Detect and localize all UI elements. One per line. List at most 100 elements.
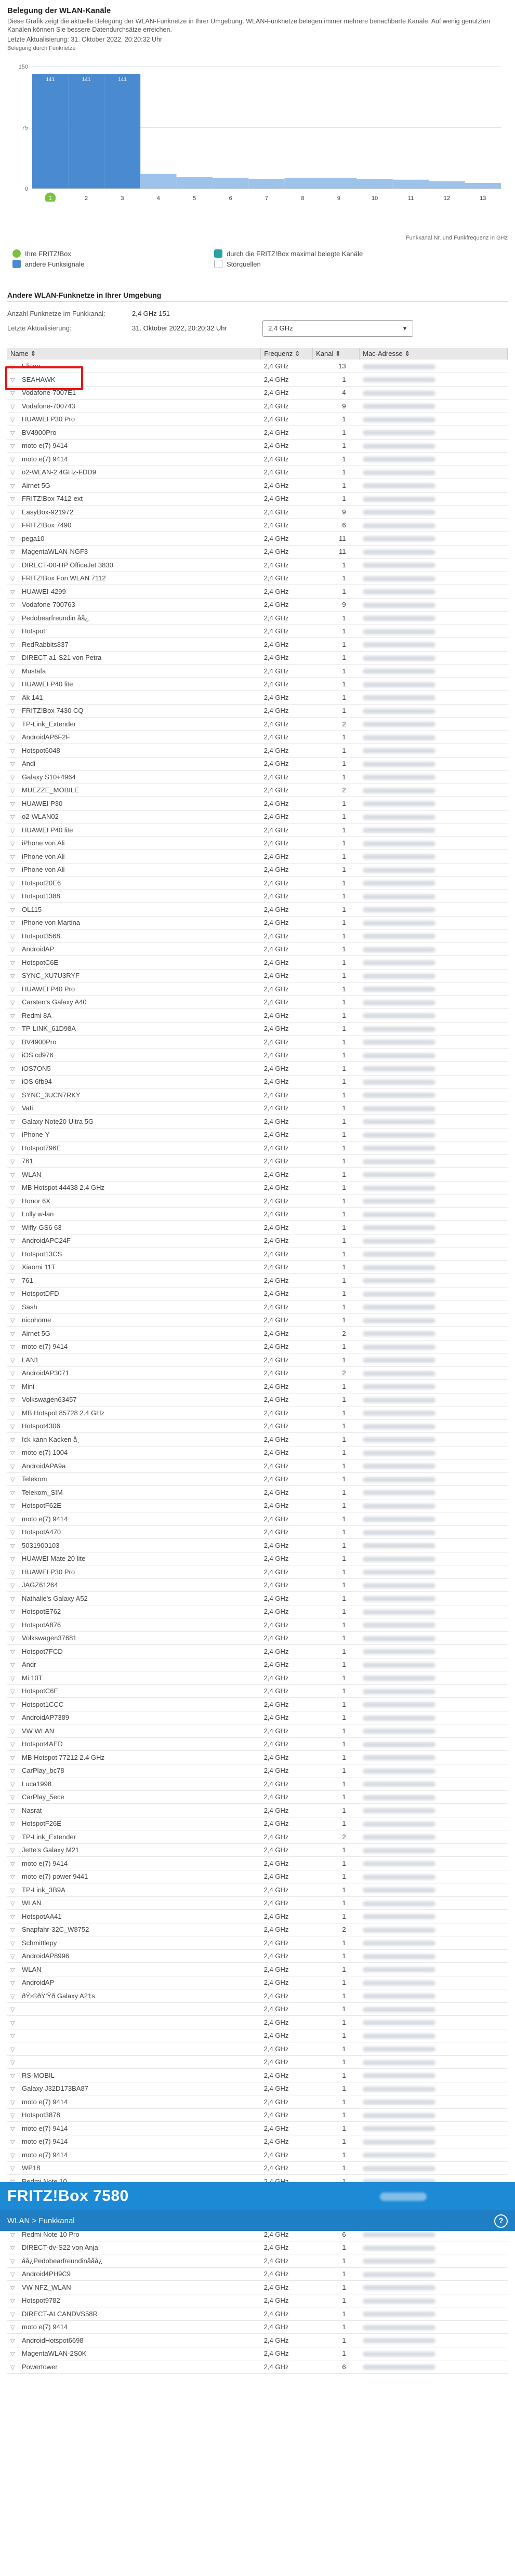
table-row[interactable]: ▽ nicohome 2,4 GHz 1 xyxy=(7,1313,508,1327)
table-row[interactable]: ▽ CarPlay_bc78 2,4 GHz 1 xyxy=(7,1764,508,1777)
table-row[interactable]: ▽ Andi 2,4 GHz 1 xyxy=(7,757,508,771)
table-row[interactable]: ▽ TP-Link_Extender 2,4 GHz 2 xyxy=(7,717,508,731)
table-row[interactable]: ▽ MagentaWLAN-2S0K 2,4 GHz 1 xyxy=(7,2347,508,2360)
table-row[interactable]: ▽ WLAN 2,4 GHz 1 xyxy=(7,1962,508,1976)
table-row[interactable]: ▽ moto e(7) 9414 2,4 GHz1 xyxy=(7,2135,508,2148)
table-row[interactable]: ▽ Hotspot 2,4 GHz 1 xyxy=(7,625,508,638)
table-row[interactable]: ▽ Volkswagen37681 2,4 GHz 1 xyxy=(7,1631,508,1645)
table-row[interactable]: ▽ AndroidAPC24F 2,4 GHz 1 xyxy=(7,1234,508,1247)
table-row[interactable]: ▽ iOS 6fb94 2,4 GHz 1 xyxy=(7,1075,508,1088)
table-row[interactable]: ▽ Luca1998 2,4 GHz 1 xyxy=(7,1777,508,1791)
table-row[interactable]: ▽ HUAWEI P40 lite 2,4 GHz 1 xyxy=(7,678,508,691)
table-row[interactable]: ▽ WLAN 2,4 GHz 1 xyxy=(7,1896,508,1910)
table-row[interactable]: ▽ Mini 2,4 GHz 1 xyxy=(7,1379,508,1393)
table-row[interactable]: ▽ Honor 6X 2,4 GHz 1 xyxy=(7,1194,508,1208)
table-row[interactable]: ▽ BV4900Pro 2,4 GHz 1 xyxy=(7,1035,508,1049)
table-row[interactable]: ▽ o2-WLAN-2.4GHz-FDD9 2,4 GHz 1 xyxy=(7,466,508,479)
table-row[interactable]: ▽ iPhone von Ali 2,4 GHz 1 xyxy=(7,849,508,864)
band-select[interactable]: 2,4 GHz ▾ xyxy=(262,320,413,337)
table-row[interactable]: ▽ DIRECT-00-HP OfficeJet 3830 2,4 GHz 1 xyxy=(7,558,508,572)
table-row[interactable]: ▽ AndroidAP8996 2,4 GHz 1 xyxy=(7,1949,508,1963)
table-row[interactable]: ▽ pega10 2,4 GHz 11 xyxy=(7,532,508,546)
table-row[interactable]: ▽ AndroidAP6F2F 2,4 GHz 1 xyxy=(7,731,508,744)
table-row[interactable]: ▽ SYNC_3UCN7RKY 2,4 GHz 1 xyxy=(7,1088,508,1102)
col-header-name[interactable]: Name ⇕ xyxy=(7,348,261,360)
table-row[interactable]: ▽ Schmittlepy 2,4 GHz 1 xyxy=(7,1936,508,1950)
table-row[interactable]: ▽ Hotspot4306 2,4 GHz 1 xyxy=(7,1419,508,1433)
table-row[interactable]: ▽ HotspotAA41 2,4 GHz 1 xyxy=(7,1909,508,1923)
table-row[interactable]: ▽ WP18 2,4 GHz 1 xyxy=(7,2161,508,2175)
table-row[interactable]: ▽ MagentaWLAN-NGF3 2,4 GHz 11 xyxy=(7,545,508,559)
table-row[interactable]: ▽ HUAWEI P30 Pro 2,4 GHz 1 xyxy=(7,1565,508,1579)
table-row[interactable]: ▽ HotspotF62E 2,4 GHz 1 xyxy=(7,1499,508,1512)
table-row[interactable]: ▽ HotspotC6E 2,4 GHz 1 xyxy=(7,955,508,970)
table-row[interactable]: ▽ moto e(7) 9414 2,4 GHz1 xyxy=(7,1512,508,1526)
table-row[interactable]: ▽ JAGZ61264 2,4 GHz 1 xyxy=(7,1578,508,1592)
table-row[interactable]: ▽ AndroidAPA9a 2,4 GHz 1 xyxy=(7,1459,508,1473)
table-row[interactable]: ▽ AndroidAP 2,4 GHz 1 xyxy=(7,1976,508,1989)
table-row[interactable]: ▽ moto e(7) 9414 2,4 GHz1 xyxy=(7,439,508,453)
table-row[interactable]: ▽ LAN1 2,4 GHz 1 xyxy=(7,1353,508,1367)
table-row[interactable]: ▽ HUAWEI P40 Pro 2,4 GHz 1 xyxy=(7,982,508,996)
table-row[interactable]: ▽ VW WLAN 2,4 GHz 1 xyxy=(7,1724,508,1738)
table-row[interactable]: ▽ MB Hotspot 44438 2.4 GHz 2,4 GHz 1 xyxy=(7,1181,508,1194)
table-row[interactable]: ▽ Vodafone-7007E1 2,4 GHz 4 xyxy=(7,386,508,400)
table-row[interactable]: ▽ FRITZ!Box 7430 CQ 2,4 GHz 1 xyxy=(7,704,508,718)
table-row[interactable]: ▽ Hotspot1388 2,4 GHz 1 xyxy=(7,889,508,903)
table-row[interactable]: ▽ moto e(7) power 9441 2,4 GHz1 xyxy=(7,1870,508,1883)
table-row[interactable]: ▽ VW NFZ_WLAN 2,4 GHz 1 xyxy=(7,2280,508,2294)
table-row[interactable]: ▽ EasyBox-921972 2,4 GHz 9 xyxy=(7,505,508,519)
table-row[interactable]: ▽ Lolly w-lan 2,4 GHz 1 xyxy=(7,1207,508,1221)
table-row[interactable]: ▽ Hotspot7FCD 2,4 GHz 1 xyxy=(7,1644,508,1658)
table-row[interactable]: ▽ Hotspot6048 2,4 GHz 1 xyxy=(7,743,508,758)
table-row[interactable]: ▽ TP-LINK_61D98A 2,4 GHz 1 xyxy=(7,1022,508,1035)
table-row[interactable]: ▽ HotspotC6E 2,4 GHz 1 xyxy=(7,1684,508,1698)
table-row[interactable]: ▽ moto e(7) 1004 2,4 GHz 1 xyxy=(7,1446,508,1459)
table-row[interactable]: ▽ OL115 2,4 GHz 1 xyxy=(7,902,508,917)
table-row[interactable]: ▽ WLAN 2,4 GHz 1 xyxy=(7,1167,508,1181)
table-row[interactable]: ▽ 2,4 GHz 1 xyxy=(7,2002,508,2016)
table-row[interactable]: ▽ Hotspot3878 2,4 GHz 1 xyxy=(7,2108,508,2122)
table-row[interactable]: ▽ RedRabbits837 2,4 GHz 1 xyxy=(7,638,508,652)
table-row[interactable]: ▽ RS-MOBIL 2,4 GHz 1 xyxy=(7,2068,508,2082)
table-row[interactable]: ▽ iPhone von Ali 2,4 GHz 1 xyxy=(7,836,508,850)
table-row[interactable]: ▽ HotspotE762 2,4 GHz 1 xyxy=(7,1605,508,1618)
table-row[interactable]: ▽ Ak 141 2,4 GHz 1 xyxy=(7,691,508,705)
table-row[interactable]: ▽ Wifly-GS6 63 2,4 GHz 1 xyxy=(7,1220,508,1234)
table-row[interactable]: ▽ iPhone von Ali 2,4 GHz 1 xyxy=(7,863,508,877)
table-row[interactable]: ▽ Hotspot796E 2,4 GHz 1 xyxy=(7,1141,508,1155)
table-row[interactable]: ▽ Volkswagen63457 2,4 GHz 1 xyxy=(7,1393,508,1406)
table-row[interactable]: ▽ Eliseo 2,4 GHz 13 xyxy=(7,360,508,373)
table-row[interactable]: ▽ iOS cd976 2,4 GHz 1 xyxy=(7,1048,508,1062)
table-row[interactable]: ▽ 2,4 GHz 1 xyxy=(7,2029,508,2042)
table-row[interactable]: ▽ Hotspot20E6 2,4 GHz 1 xyxy=(7,876,508,890)
table-row[interactable]: ▽ Android4PH9C9 2,4 GHz 1 xyxy=(7,2267,508,2281)
table-row[interactable]: ▽ HotspotDFD 2,4 GHz 1 xyxy=(7,1287,508,1300)
table-row[interactable]: ▽ moto e(7) 9414 2,4 GHz1 xyxy=(7,1856,508,1870)
table-row[interactable]: ▽ Nathalie's Galaxy A52 2,4 GHz 1 xyxy=(7,1591,508,1605)
table-row[interactable]: ▽ MUEZZE_MOBILE 2,4 GHz 2 xyxy=(7,784,508,797)
table-row[interactable]: ▽ Galaxy Note20 Ultra 5G 2,4 GHz 1 xyxy=(7,1114,508,1128)
table-row[interactable]: ▽ FRITZ!Box 7412-ext 2,4 GHz 1 xyxy=(7,492,508,506)
table-row[interactable]: ▽ DIRECT-a1-S21 von Petra 2,4 GHz 1 xyxy=(7,651,508,665)
table-row[interactable]: ▽ Hotspot4AED 2,4 GHz 1 xyxy=(7,1737,508,1751)
table-row[interactable]: ▽ HUAWEI P40 lite 2,4 GHz 1 xyxy=(7,823,508,837)
table-row[interactable]: ▽ Redmi 8A 2,4 GHz1 xyxy=(7,1008,508,1023)
table-row[interactable]: ▽ moto e(7) 9414 2,4 GHz1 xyxy=(7,2095,508,2109)
table-row[interactable]: ▽ FRITZ!Box Fon WLAN 7112 2,4 GHz 1 xyxy=(7,572,508,585)
table-row[interactable]: ▽ AndroidAP3071 2,4 GHz 2 xyxy=(7,1366,508,1380)
table-row[interactable]: ▽ moto e(7) 9414 2,4 GHz1 xyxy=(7,452,508,466)
table-row[interactable]: ▽ Galaxy S10+4964 2,4 GHz 1 xyxy=(7,770,508,784)
table-row[interactable]: ▽ HotspotA876 2,4 GHz 1 xyxy=(7,1618,508,1632)
table-row[interactable]: ▽ iPhone von Martina 2,4 GHz 1 xyxy=(7,916,508,930)
table-row[interactable]: ▽ CarPlay_5ece 2,4 GHz 1 xyxy=(7,1790,508,1804)
table-row[interactable]: ▽ 761 2,4 GHz 1 xyxy=(7,1273,508,1287)
table-row[interactable]: ▽ Sash 2,4 GHz 1 xyxy=(7,1300,508,1314)
table-row[interactable]: ▽ SYNC_XU7U3RYF 2,4 GHz 1 xyxy=(7,969,508,982)
table-row[interactable]: ▽ SEAHAWK 2,4 GHz 1 xyxy=(7,373,508,387)
table-row[interactable]: ▽ Telekom 2,4 GHz 1 xyxy=(7,1472,508,1486)
table-row[interactable]: ▽ HotspotA470 2,4 GHz 1 xyxy=(7,1525,508,1539)
table-row[interactable]: ▽ iOS7ON5 2,4 GHz 1 xyxy=(7,1061,508,1075)
table-row[interactable]: ▽ 5031900103 2,4 GHz 1 xyxy=(7,1538,508,1552)
table-row[interactable]: ▽ AndroidAP 2,4 GHz 1 xyxy=(7,942,508,956)
